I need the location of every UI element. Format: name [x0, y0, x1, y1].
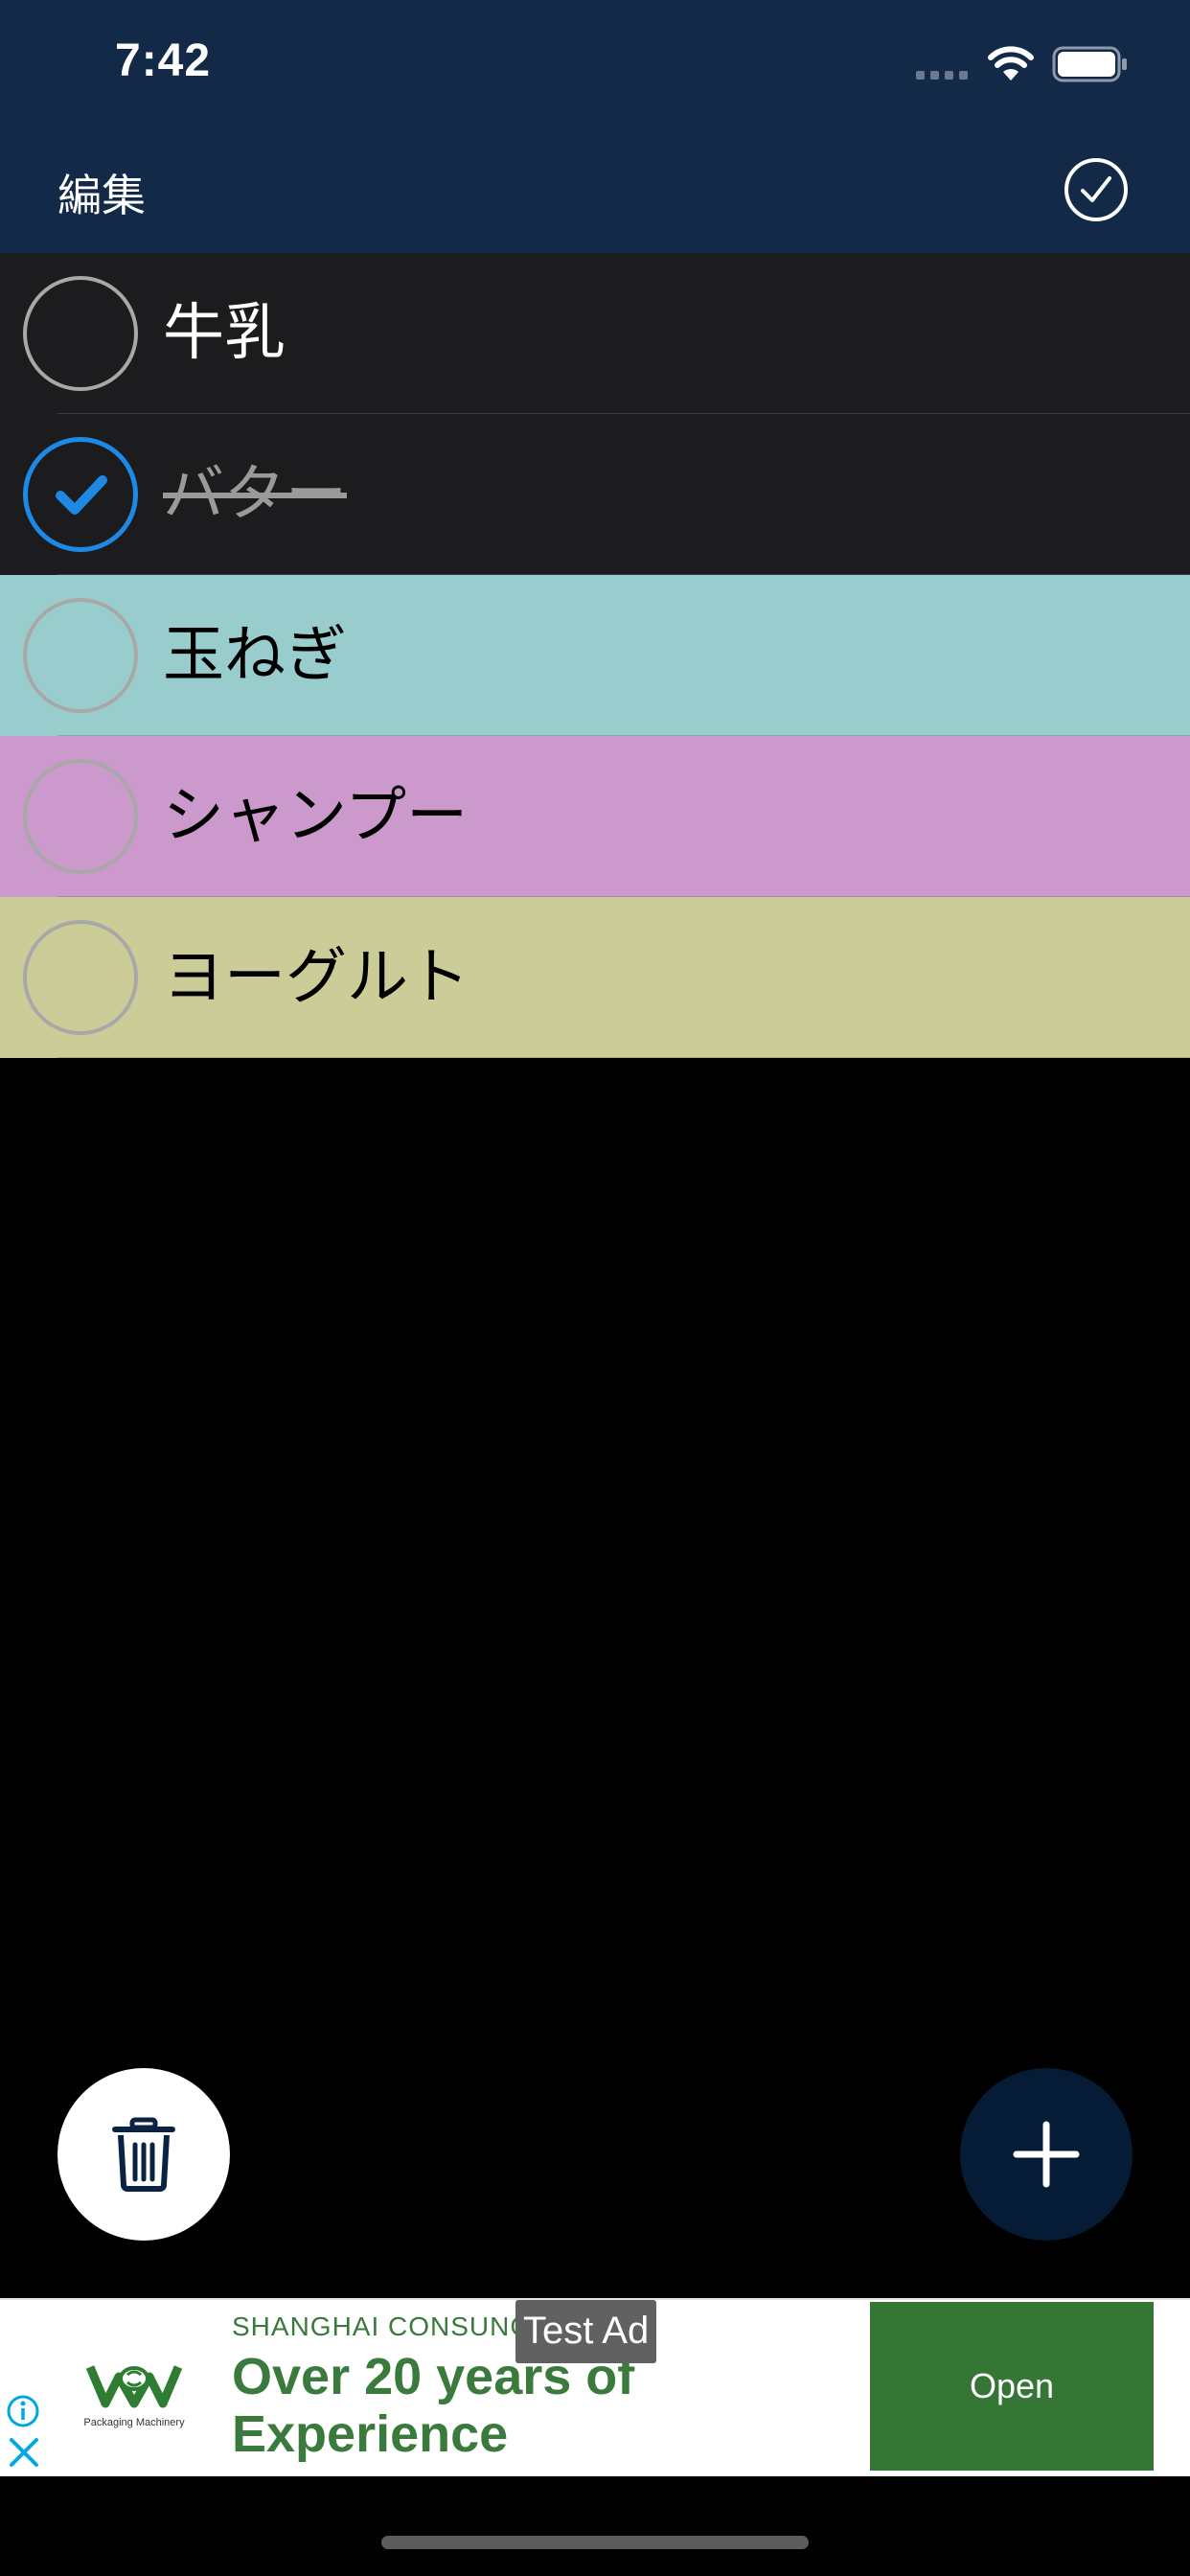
ad-advertiser-name: SHANGHAI CONSUNG	[232, 2312, 533, 2341]
advertiser-logo: Packaging Machinery	[67, 2348, 201, 2434]
ad-info-icon[interactable]	[6, 2394, 40, 2428]
checkmark-circle-icon[interactable]	[1064, 157, 1129, 222]
test-ad-badge: Test Ad	[515, 2300, 657, 2363]
checkmark-icon	[56, 475, 107, 515]
row-divider	[57, 1057, 1190, 1058]
delete-button[interactable]	[57, 2068, 230, 2241]
home-indicator	[381, 2536, 809, 2549]
status-time: 7:42	[115, 35, 212, 86]
list-item-label: 玉ねぎ	[163, 620, 347, 691]
unchecked-circle-icon[interactable]	[23, 276, 138, 391]
trash-icon	[112, 2117, 175, 2192]
list-item[interactable]: 玉ねぎ	[0, 575, 1190, 736]
checked-circle-icon[interactable]	[23, 437, 138, 552]
unchecked-circle-icon[interactable]	[23, 598, 138, 713]
list-item-label: シャンプー	[163, 781, 469, 852]
top-bar: 7:42 編集	[0, 0, 1190, 253]
list-item[interactable]: バター	[0, 414, 1190, 575]
shopping-list: 牛乳バター玉ねぎシャンプーヨーグルト	[0, 253, 1190, 1058]
battery-icon	[1052, 46, 1127, 82]
list-item-label: ヨーグルト	[163, 942, 469, 1013]
wifi-icon	[988, 46, 1034, 80]
plus-icon	[1013, 2121, 1080, 2188]
list-item[interactable]: ヨーグルト	[0, 897, 1190, 1058]
unchecked-circle-icon[interactable]	[23, 920, 138, 1035]
advertiser-logo-caption: Packaging Machinery	[83, 2417, 185, 2428]
cellular-signal-icon	[916, 71, 968, 80]
add-item-button[interactable]	[960, 2068, 1133, 2241]
ad-banner[interactable]: Packaging Machinery SHANGHAI CONSUNG Ove…	[0, 2298, 1190, 2476]
list-item[interactable]: 牛乳	[0, 253, 1190, 414]
unchecked-circle-icon[interactable]	[23, 759, 138, 874]
ad-open-button[interactable]: Open	[870, 2302, 1154, 2471]
list-item-label: バター	[163, 459, 347, 530]
list-item-label: 牛乳	[163, 298, 286, 369]
edit-button[interactable]: 編集	[57, 161, 146, 224]
ad-close-icon[interactable]	[8, 2436, 40, 2469]
ad-headline[interactable]: Over 20 years of Experience	[232, 2348, 768, 2463]
advertiser-logo-icon	[85, 2365, 183, 2408]
list-item[interactable]: シャンプー	[0, 736, 1190, 897]
